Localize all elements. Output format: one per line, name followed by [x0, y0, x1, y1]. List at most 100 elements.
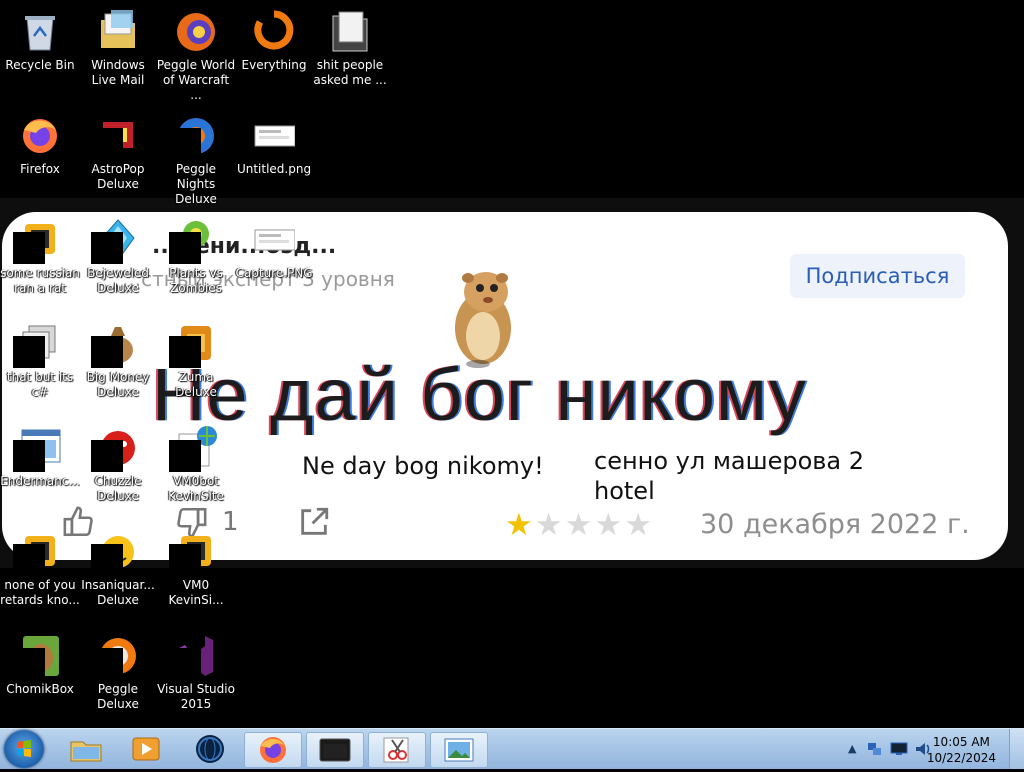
desktop-icon-9[interactable]: some russian ran a rat: [0, 210, 80, 296]
rating-star-icon: ★: [505, 507, 533, 543]
redaction-block: [13, 336, 45, 368]
desktop-icon-0[interactable]: Recycle Bin: [0, 2, 80, 73]
desktop-icon-10[interactable]: Bejeweled Deluxe: [78, 210, 158, 296]
zuma-icon: [169, 320, 217, 368]
desktop-icon-label: ChomikBox: [6, 682, 74, 696]
media-player-icon: [132, 737, 160, 761]
desktop-icon-1[interactable]: Windows Live Mail: [78, 2, 158, 88]
desktop-icon-label: Capture.PNG: [235, 266, 313, 280]
image-file-icon: [253, 112, 296, 158]
desktop-icon-22[interactable]: ChomikBox: [0, 626, 80, 697]
desktop-icon-label: Zuma Deluxe: [175, 370, 217, 399]
desktop-icon-label: Big Money Deluxe: [86, 370, 150, 399]
subscribe-button: Подписаться: [790, 254, 965, 298]
desktop-icon-11[interactable]: Plants vs Zombies: [156, 210, 236, 296]
recycle-bin-icon: [19, 8, 61, 54]
mail-folder-icon: [97, 8, 139, 54]
redaction-block: [169, 648, 201, 680]
taskbar-snipping-tool[interactable]: [368, 732, 426, 768]
taskbar-photo-viewer[interactable]: [430, 732, 488, 768]
start-button[interactable]: [4, 730, 44, 768]
globe-app-icon: [196, 735, 224, 763]
chuzzle-icon: [91, 424, 139, 472]
rating-star-icon: ★: [594, 507, 623, 543]
desktop-icon-label: Windows Live Mail: [91, 58, 145, 87]
desktop-icon-label: Peggle Nights Deluxe: [175, 162, 217, 206]
redaction-block: [169, 128, 201, 160]
show-hidden-icons-arrow-icon[interactable]: ▲: [848, 742, 856, 755]
desktop-icon-23[interactable]: Peggle Deluxe: [78, 626, 158, 712]
app-icon: [169, 528, 217, 576]
rating-star-icon: ★: [624, 507, 652, 543]
taskbar-globe-app[interactable]: [182, 732, 238, 766]
taskbar-terminal[interactable]: [306, 732, 364, 768]
desktop-icon-8[interactable]: Untitled.png: [234, 106, 314, 177]
desktop-icon-label: some russian ran a rat: [0, 266, 80, 295]
network-tray-icon[interactable]: [866, 740, 884, 758]
desktop-icon-label: AstroPop Deluxe: [91, 162, 145, 191]
show-desktop-button[interactable]: [1009, 729, 1024, 769]
snipping-tool-icon: [383, 737, 409, 763]
hamster-sticker: [455, 272, 511, 368]
desktop-icon-14[interactable]: Big Money Deluxe: [78, 314, 158, 400]
taskbar-media-player[interactable]: [118, 732, 174, 766]
window-app-icon: [13, 424, 61, 472]
redaction-block: [91, 232, 123, 264]
desktop-icon-15[interactable]: Zuma Deluxe: [156, 314, 236, 400]
redaction-block: [91, 440, 123, 472]
desktop-icon-label: Plants vs Zombies: [169, 266, 223, 295]
desktop-icon-3[interactable]: Everything: [234, 2, 314, 73]
photo-viewer-icon: [444, 738, 474, 762]
desktop-icon-label: Untitled.png: [236, 162, 312, 176]
redaction-block: [169, 440, 201, 472]
everything-search-icon: [253, 8, 295, 54]
desktop-icon-label: Visual Studio 2015: [157, 682, 235, 711]
desktop-icon-16[interactable]: Endermanc...: [0, 418, 80, 489]
redaction-block: [91, 648, 123, 680]
desktop-icon-21[interactable]: VM0 KevinSi...: [156, 522, 236, 608]
desktop-icon-label: that but its c#: [6, 370, 74, 399]
money-bag-icon: [91, 320, 139, 368]
desktop-icon-12[interactable]: Capture.PNG: [234, 210, 314, 281]
taskbar-clock[interactable]: 10:05 AM 10/22/2024: [927, 734, 996, 766]
desktop-icon-5[interactable]: Firefox: [0, 106, 80, 177]
desktop-icon-4[interactable]: shit people asked me ...: [310, 2, 390, 88]
desktop-icon-label: shit people asked me ...: [313, 58, 387, 87]
desktop-icon-label: Recycle Bin: [5, 58, 75, 72]
peggle-icon: [91, 632, 139, 680]
desktop-icon-label: Firefox: [20, 162, 60, 176]
redaction-block: [91, 128, 123, 160]
desktop-icon-20[interactable]: Insaniquar... Deluxe: [78, 522, 158, 608]
desktop-icon-17[interactable]: Chuzzle Deluxe: [78, 418, 158, 504]
desktop-icon-7[interactable]: Peggle Nights Deluxe: [156, 106, 236, 207]
desktop-icon-2[interactable]: Peggle World of Warcraft ...: [156, 2, 236, 103]
desktop-icon-13[interactable]: that but its c#: [0, 314, 80, 400]
explorer-icon: [70, 741, 102, 762]
desktop-icon-18[interactable]: VM0bot KevinSite: [156, 418, 236, 504]
desktop-icon-label: Peggle Deluxe: [97, 682, 139, 711]
folder-icon: [329, 8, 371, 54]
firefox-icon: [260, 737, 286, 763]
redaction-block: [13, 440, 45, 472]
review-transliteration: Ne day bog nikomy!: [302, 452, 544, 480]
redaction-block: [13, 648, 45, 680]
peggle-nights-icon: [169, 112, 217, 160]
redaction-block: [169, 336, 201, 368]
redaction-block: [91, 544, 123, 576]
desktop-icon-label: Insaniquar... Deluxe: [81, 578, 155, 607]
desktop-icon-6[interactable]: AstroPop Deluxe: [78, 106, 158, 192]
taskbar-firefox[interactable]: [244, 732, 302, 768]
system-tray: ▲ 10:05 AM 10/22/2024: [834, 729, 1024, 769]
redaction-block: [91, 336, 123, 368]
review-date: 30 декабря 2022 г.: [700, 509, 970, 540]
desktop-icon-24[interactable]: Visual Studio 2015: [156, 626, 236, 712]
peggle-wow-icon: [175, 8, 217, 54]
desktop-icon-19[interactable]: none of you retards kno...: [0, 522, 80, 608]
taskbar-explorer[interactable]: [58, 732, 114, 766]
share-icon: [300, 507, 328, 535]
desktop-icon-label: Endermanc...: [0, 474, 80, 488]
windows-logo-icon: [17, 740, 31, 757]
monitor-tray-icon[interactable]: [890, 741, 908, 757]
firefox-icon: [19, 112, 61, 158]
bejeweled-icon: [91, 216, 139, 264]
